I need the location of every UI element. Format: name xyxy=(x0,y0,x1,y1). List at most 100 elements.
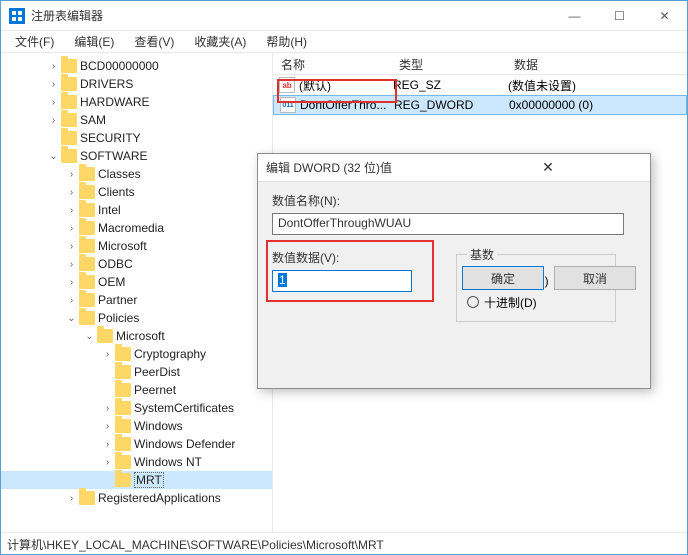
tree-item[interactable]: › Clients xyxy=(1,183,272,201)
menu-view[interactable]: 查看(V) xyxy=(126,31,182,52)
value-name-field[interactable]: DontOfferThroughWUAU xyxy=(272,213,624,235)
regedit-window: 注册表编辑器 ― ☐ ✕ 文件(F) 编辑(E) 查看(V) 收藏夹(A) 帮助… xyxy=(0,0,688,555)
expander-icon[interactable]: › xyxy=(65,241,78,252)
folder-icon xyxy=(115,437,131,451)
menu-edit[interactable]: 编辑(E) xyxy=(66,31,122,52)
tree-item-label: Macromedia xyxy=(98,221,164,235)
expander-icon[interactable]: ⌄ xyxy=(47,151,60,162)
tree-item[interactable]: PeerDist xyxy=(1,363,272,381)
tree-item[interactable]: › OEM xyxy=(1,273,272,291)
minimize-button[interactable]: ― xyxy=(552,1,597,31)
menu-favorites[interactable]: 收藏夹(A) xyxy=(186,31,254,52)
expander-icon[interactable]: › xyxy=(101,457,114,468)
expander-icon[interactable]: › xyxy=(65,205,78,216)
tree-item[interactable]: › RegisteredApplications xyxy=(1,489,272,507)
folder-icon xyxy=(79,257,95,271)
folder-icon xyxy=(115,473,131,487)
tree-item-label: Partner xyxy=(98,293,137,307)
expander-icon[interactable]: › xyxy=(65,259,78,270)
window-controls: ― ☐ ✕ xyxy=(552,1,687,31)
tree-item-label: SECURITY xyxy=(80,131,141,145)
expander-icon[interactable]: › xyxy=(65,223,78,234)
folder-icon xyxy=(79,275,95,289)
expander-icon[interactable]: › xyxy=(47,79,60,90)
tree-item-label: Windows NT xyxy=(134,455,202,469)
expander-icon[interactable]: › xyxy=(65,169,78,180)
tree-item-label: Microsoft xyxy=(98,239,147,253)
tree-item[interactable]: ›DRIVERS xyxy=(1,75,272,93)
tree-item-label: BCD00000000 xyxy=(80,59,159,73)
tree-item[interactable]: ›SystemCertificates xyxy=(1,399,272,417)
edit-dword-dialog: 编辑 DWORD (32 位)值 ✕ 数值名称(N): DontOfferThr… xyxy=(257,153,651,389)
dialog-close-button[interactable]: ✕ xyxy=(454,159,642,176)
menubar: 文件(F) 编辑(E) 查看(V) 收藏夹(A) 帮助(H) xyxy=(1,31,687,53)
tree-item[interactable]: ›Cryptography xyxy=(1,345,272,363)
tree-item[interactable]: ›Intel xyxy=(1,201,272,219)
folder-icon xyxy=(79,311,95,325)
tree-item-label: ODBC xyxy=(98,257,133,271)
menu-help[interactable]: 帮助(H) xyxy=(258,31,315,52)
expander-icon[interactable]: › xyxy=(101,403,114,414)
menu-file[interactable]: 文件(F) xyxy=(7,31,62,52)
cell-name: DontOfferThro... xyxy=(300,98,394,112)
folder-icon xyxy=(115,455,131,469)
folder-icon xyxy=(79,239,95,253)
folder-icon xyxy=(97,329,113,343)
tree-item[interactable]: › BCD00000000 xyxy=(1,57,272,75)
tree-item[interactable]: SECURITY xyxy=(1,129,272,147)
tree-item[interactable]: › ODBC xyxy=(1,255,272,273)
tree-item[interactable]: ›HARDWARE xyxy=(1,93,272,111)
tree-item[interactable]: MRT xyxy=(1,471,272,489)
radio-dec[interactable]: 十进制(D) xyxy=(467,291,605,313)
tree-item[interactable]: ›Windows xyxy=(1,417,272,435)
expander-icon[interactable]: › xyxy=(47,97,60,108)
titlebar: 注册表编辑器 ― ☐ ✕ xyxy=(1,1,687,31)
folder-icon xyxy=(79,221,95,235)
col-data[interactable]: 数据 xyxy=(506,53,687,74)
list-header: 名称 类型 数据 xyxy=(273,53,687,75)
tree-item[interactable]: ›Classes xyxy=(1,165,272,183)
tree-item-label: OEM xyxy=(98,275,125,289)
expander-icon[interactable]: ⌄ xyxy=(65,313,78,324)
close-button[interactable]: ✕ xyxy=(642,1,687,31)
tree-item[interactable]: ⌄ Microsoft xyxy=(1,327,272,345)
expander-icon[interactable]: › xyxy=(101,421,114,432)
tree-item[interactable]: › Partner xyxy=(1,291,272,309)
tree-item[interactable]: › Macromedia xyxy=(1,219,272,237)
tree-item-label: Microsoft xyxy=(116,329,165,343)
expander-icon[interactable]: › xyxy=(101,349,114,360)
expander-icon[interactable]: ⌄ xyxy=(83,331,96,342)
folder-icon xyxy=(79,167,95,181)
expander-icon[interactable]: › xyxy=(65,277,78,288)
tree-item-label: Clients xyxy=(98,185,135,199)
tree-item[interactable]: Peernet xyxy=(1,381,272,399)
value-data-field[interactable]: 1 xyxy=(272,270,412,292)
ok-button[interactable]: 确定 xyxy=(462,266,544,290)
tree-item[interactable]: › Windows NT xyxy=(1,453,272,471)
col-name[interactable]: 名称 xyxy=(273,53,391,74)
tree-item-label: RegisteredApplications xyxy=(98,491,221,505)
string-value-icon: ab xyxy=(279,77,295,93)
expander-icon[interactable]: › xyxy=(65,493,78,504)
expander-icon[interactable]: › xyxy=(65,187,78,198)
tree-item[interactable]: ⌄Policies xyxy=(1,309,272,327)
tree-item[interactable]: › SAM xyxy=(1,111,272,129)
expander-icon[interactable]: › xyxy=(65,295,78,306)
list-row[interactable]: 011DontOfferThro...REG_DWORD0x00000000 (… xyxy=(273,95,687,115)
col-type[interactable]: 类型 xyxy=(391,53,506,74)
maximize-button[interactable]: ☐ xyxy=(597,1,642,31)
cancel-button[interactable]: 取消 xyxy=(554,266,636,290)
value-name-label: 数值名称(N): xyxy=(272,192,636,209)
expander-icon[interactable]: › xyxy=(101,439,114,450)
folder-icon xyxy=(61,77,77,91)
tree-item-label: SAM xyxy=(80,113,106,127)
tree-item[interactable]: ⌄SOFTWARE xyxy=(1,147,272,165)
tree-item[interactable]: › Microsoft xyxy=(1,237,272,255)
folder-icon xyxy=(61,131,77,145)
expander-icon[interactable]: › xyxy=(47,115,60,126)
tree-pane[interactable]: ›BCD00000000›DRIVERS›HARDWARE›SAMSECURIT… xyxy=(1,53,273,533)
list-row[interactable]: ab(默认)REG_SZ(数值未设置) xyxy=(273,75,687,95)
dialog-body: 数值名称(N): DontOfferThroughWUAU 数值数据(V): 1… xyxy=(258,182,650,302)
expander-icon[interactable]: › xyxy=(47,61,60,72)
tree-item[interactable]: ›Windows Defender xyxy=(1,435,272,453)
